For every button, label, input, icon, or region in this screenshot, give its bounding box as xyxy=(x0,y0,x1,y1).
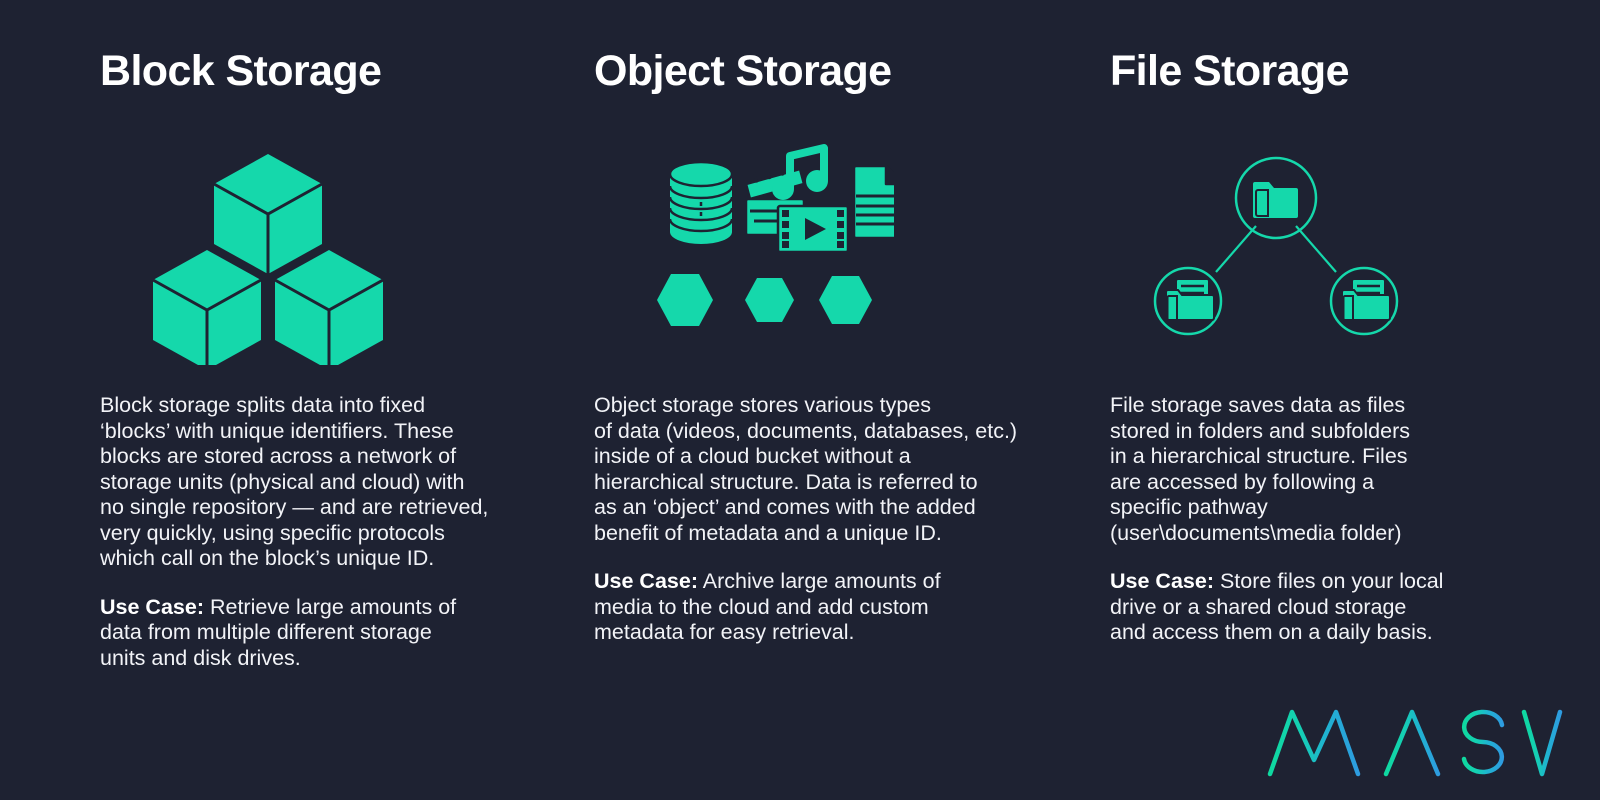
cube-icon-top xyxy=(213,154,323,274)
folder-node-parent xyxy=(1234,156,1318,240)
file-storage-text-block: File storage saves data as files stored … xyxy=(1110,393,1510,646)
block-storage-use-case: Use Case: Retrieve large amounts of data… xyxy=(100,595,570,672)
block-storage-icon-group xyxy=(100,140,570,370)
folder-hierarchy-icon xyxy=(1153,156,1399,336)
object-storage-use-case: Use Case: Archive large amounts of media… xyxy=(594,569,1084,646)
cube-icon-bottom-left xyxy=(152,250,262,370)
page-title-object-storage: Object Storage xyxy=(594,47,892,95)
database-icon xyxy=(668,160,734,244)
file-storage-description: File storage saves data as files stored … xyxy=(1110,393,1410,545)
object-storage-icon-group xyxy=(594,140,1084,365)
block-storage-description: Block storage splits data into fixed ‘bl… xyxy=(100,393,489,570)
logo-letter-v-shape xyxy=(1521,709,1563,777)
hexagon-icon-1 xyxy=(657,274,713,326)
cube-icon-bottom-right xyxy=(274,250,384,370)
infographic-canvas: Block Storage Block storage splits data … xyxy=(0,0,1600,800)
column-file-storage: File Storage File storage saves data as … xyxy=(1110,0,1510,800)
logo-letter-m xyxy=(1267,709,1361,777)
object-media-icons xyxy=(657,144,906,326)
isometric-cubes-icon xyxy=(152,154,384,370)
hexagon-icon-3 xyxy=(819,276,872,324)
object-storage-text-block: Object storage stores various types of d… xyxy=(594,393,1084,646)
file-storage-use-case: Use Case: Store files on your local driv… xyxy=(1110,569,1510,646)
file-storage-icon-group xyxy=(1110,140,1510,365)
object-storage-description: Object storage stores various types of d… xyxy=(594,393,1018,545)
film-strip-play-icon xyxy=(776,204,850,254)
logo-letter-s xyxy=(1461,709,1505,775)
use-case-label: Use Case: xyxy=(594,569,698,593)
use-case-label: Use Case: xyxy=(1110,569,1214,593)
logo-letter-a xyxy=(1383,709,1441,777)
page-title-file-storage: File Storage xyxy=(1110,47,1350,95)
folder-node-child-right xyxy=(1329,266,1399,336)
column-block-storage: Block Storage Block storage splits data … xyxy=(100,0,570,800)
block-storage-text-block: Block storage splits data into fixed ‘bl… xyxy=(100,393,570,671)
document-icon xyxy=(852,164,906,240)
folder-node-child-left xyxy=(1153,266,1223,336)
tree-connector-left xyxy=(1215,225,1257,273)
masv-logo xyxy=(1267,709,1563,777)
hexagon-icon-2 xyxy=(745,278,794,322)
page-title-block-storage: Block Storage xyxy=(100,47,382,95)
tree-connector-right xyxy=(1295,225,1337,273)
column-object-storage: Object Storage Object storage stores var… xyxy=(594,0,1084,800)
use-case-label: Use Case: xyxy=(100,594,204,619)
